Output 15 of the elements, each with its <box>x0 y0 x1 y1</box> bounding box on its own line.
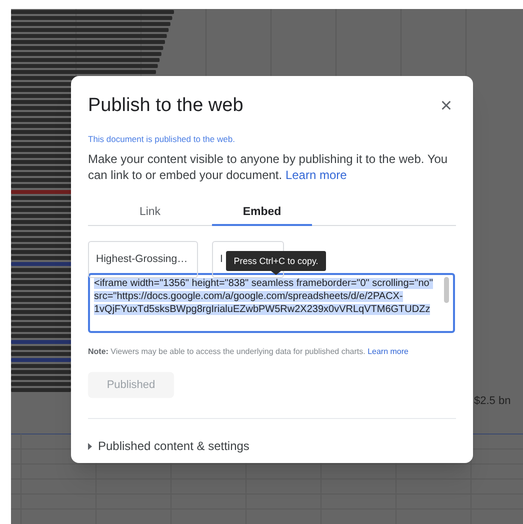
published-content-settings-toggle[interactable]: Published content & settings <box>88 437 250 456</box>
close-button[interactable]: × <box>440 96 452 116</box>
embed-code-field[interactable]: <iframe width="1356" height="838" seamless frameborder="0" scrolling="no" src="https://docs.google.com/a/google.com/spreadsheets/d/e/2PACX-1vQjFYuxTd5sksBWpg8rgIrialuEZwbPW5Rw2X239x0vVRLqVTM6GTUDZz <box>88 273 455 334</box>
tab[interactable]: Link <box>100 200 200 226</box>
learn-more-link[interactable]: Learn more <box>285 168 347 182</box>
copy-tooltip: Press Ctrl+C to copy. <box>226 251 326 272</box>
note-text: Note: Viewers may be able to access the underlying data for published charts. Learn more <box>88 346 410 358</box>
scrollbar-thumb[interactable] <box>444 277 449 304</box>
learn-more-link[interactable]: Learn more <box>368 347 408 356</box>
status-text: This document is published to the web. <box>88 132 236 146</box>
dialog-title: Publish to the web <box>88 94 244 118</box>
tab[interactable]: Embed <box>212 200 312 226</box>
axis-label: $2.5 bn <box>474 394 511 409</box>
description-text: Make your content visible to anyone by publishing it to the web. You can link to or embed your document. Learn more <box>88 151 449 184</box>
dropdown[interactable]: Highest-Grossing… <box>88 241 198 278</box>
